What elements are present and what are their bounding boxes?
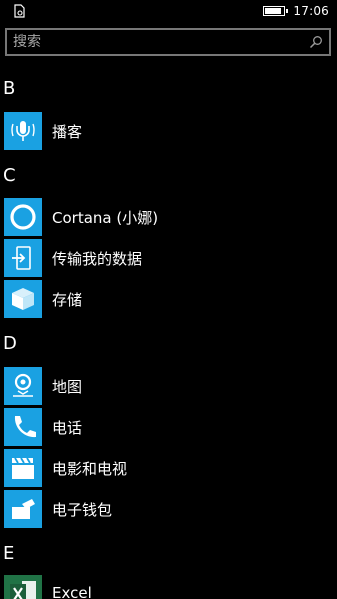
app-label: 播客 [52, 123, 83, 141]
app-tile [4, 449, 42, 487]
search-icon[interactable] [309, 35, 323, 49]
app-tile [4, 575, 42, 599]
app-item-movies-tv[interactable]: 电影和电视 [4, 449, 332, 487]
status-right: 17:06 [263, 4, 329, 18]
app-item-podcast[interactable]: 播客 [4, 112, 332, 150]
app-tile [4, 198, 42, 236]
app-tile [4, 280, 42, 318]
app-label: Excel [52, 584, 92, 599]
app-label: 电子钱包 [52, 501, 113, 519]
app-item-phone[interactable]: 电话 [4, 408, 332, 446]
search-box[interactable] [5, 28, 331, 56]
notification-icon [14, 4, 25, 18]
app-tile [4, 112, 42, 150]
cortana-icon [10, 204, 36, 230]
status-bar: 17:06 [0, 0, 337, 24]
app-item-wallet[interactable]: 电子钱包 [4, 490, 332, 528]
app-item-storage[interactable]: 存储 [4, 280, 332, 318]
app-item-cortana[interactable]: Cortana (小娜) [4, 198, 332, 236]
section-header-b[interactable]: B [3, 78, 15, 99]
wallet-icon [12, 499, 35, 519]
phone-icon [14, 416, 36, 438]
section-header-e[interactable]: E [3, 543, 14, 564]
app-label: 电话 [52, 419, 83, 437]
app-label: 电影和电视 [52, 460, 128, 478]
app-label: 地图 [52, 378, 83, 396]
clock: 17:06 [293, 4, 329, 18]
excel-icon [10, 581, 36, 599]
podcast-icon [11, 121, 35, 141]
app-label: Cortana (小娜) [52, 209, 159, 227]
app-label: 传输我的数据 [52, 250, 143, 268]
storage-icon [12, 288, 34, 310]
app-tile [4, 408, 42, 446]
app-list-screen: 17:06 B 播客 C [0, 0, 337, 599]
app-item-excel[interactable]: Excel [4, 575, 332, 599]
app-tile [4, 490, 42, 528]
app-item-transfer-data[interactable]: 传输我的数据 [4, 239, 332, 277]
section-header-c[interactable]: C [3, 165, 16, 186]
battery-fill [265, 8, 282, 14]
app-tile [4, 367, 42, 405]
search-input[interactable] [13, 32, 293, 52]
app-label: 存储 [52, 291, 83, 309]
battery-icon [263, 6, 289, 16]
app-tile [4, 239, 42, 277]
transfer-data-icon [12, 246, 31, 270]
maps-icon [13, 373, 33, 397]
app-item-maps[interactable]: 地图 [4, 367, 332, 405]
movies-tv-icon [12, 457, 34, 479]
section-header-d[interactable]: D [3, 333, 17, 354]
